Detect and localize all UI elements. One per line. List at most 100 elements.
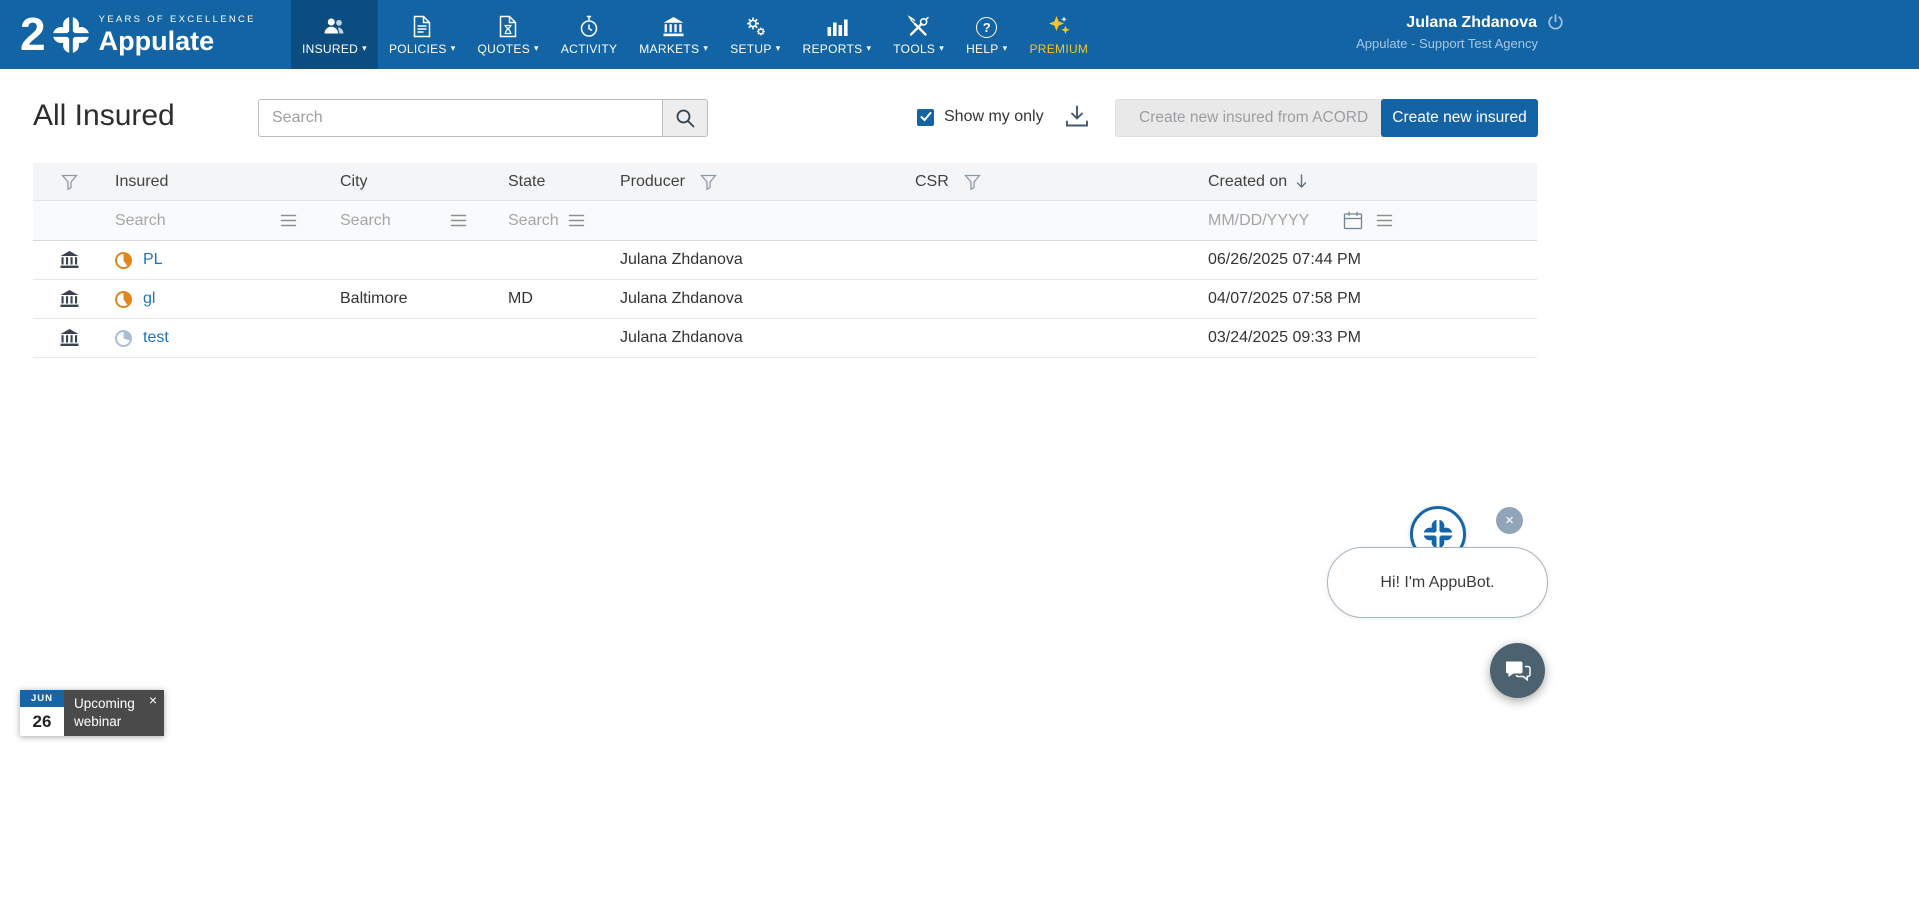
chevron-down-icon: ▾ bbox=[776, 44, 781, 53]
logo-tagline: YEARS OF EXCELLENCE bbox=[99, 14, 256, 25]
nav-item-setup[interactable]: SETUP ▾ bbox=[719, 0, 791, 69]
nav-item-reports[interactable]: REPORTS▾ bbox=[792, 0, 883, 69]
logo-name: Appulate bbox=[99, 28, 256, 55]
chevron-down-icon: ▾ bbox=[451, 44, 456, 53]
main-nav: INSURED ▾ POLICIES ▾ QUOTES▾ ACTIVITY MARK… bbox=[291, 0, 1099, 69]
appubot-clover-icon bbox=[1422, 518, 1454, 550]
table-row[interactable]: test Julana Zhdanova 03/24/2025 09:33 PM bbox=[33, 319, 1537, 358]
webinar-close-icon[interactable]: × bbox=[149, 691, 157, 710]
sparkles-icon bbox=[1046, 14, 1072, 38]
chat-launcher-button[interactable] bbox=[1490, 643, 1545, 698]
document-icon bbox=[412, 14, 432, 38]
bank-icon bbox=[662, 14, 685, 38]
search-button[interactable] bbox=[662, 99, 708, 137]
status-progress-icon bbox=[115, 252, 132, 269]
nav-item-label: INSURED bbox=[302, 42, 358, 56]
create-from-acord-button[interactable]: Create new insured from ACORD bbox=[1115, 99, 1392, 137]
insured-link[interactable]: gl bbox=[143, 290, 155, 308]
chevron-down-icon: ▾ bbox=[703, 44, 708, 53]
agency-name: Appulate - Support Test Agency bbox=[1356, 36, 1538, 51]
column-header-created-on[interactable]: Created on bbox=[1208, 173, 1287, 191]
date-filter-menu-icon[interactable] bbox=[1376, 213, 1393, 228]
show-my-only-checkbox[interactable] bbox=[917, 109, 934, 126]
nav-item-markets[interactable]: MARKETS ▾ bbox=[628, 0, 719, 69]
cell-city: Baltimore bbox=[325, 290, 493, 308]
insured-search-group bbox=[258, 99, 708, 137]
chat-bubbles-icon bbox=[1504, 658, 1532, 684]
city-filter-menu-icon[interactable] bbox=[450, 213, 467, 228]
insured-link[interactable]: PL bbox=[143, 251, 163, 269]
column-header-insured[interactable]: Insured bbox=[115, 173, 168, 191]
csr-filter-funnel-icon[interactable] bbox=[964, 174, 981, 190]
app-logo[interactable]: 2 YEARS OF EXCELLENCE Appulate bbox=[20, 0, 256, 69]
nav-item-quotes[interactable]: QUOTES▾ bbox=[467, 0, 550, 69]
bar-chart-icon bbox=[826, 14, 848, 38]
table-header-row: Insured City State Producer CSR Created … bbox=[33, 163, 1537, 201]
search-icon bbox=[674, 107, 696, 129]
nav-item-label: ACTIVITY bbox=[561, 42, 617, 56]
insured-filter-input[interactable] bbox=[115, 212, 225, 230]
webinar-day: 26 bbox=[20, 707, 64, 736]
chevron-down-icon: ▾ bbox=[939, 44, 944, 53]
column-header-state[interactable]: State bbox=[508, 173, 545, 191]
column-header-csr[interactable]: CSR bbox=[915, 173, 949, 191]
insured-filter-menu-icon[interactable] bbox=[280, 213, 297, 228]
state-filter-input[interactable] bbox=[508, 212, 562, 230]
calendar-icon[interactable] bbox=[1343, 211, 1363, 230]
producer-filter-funnel-icon[interactable] bbox=[700, 174, 717, 190]
nav-item-premium[interactable]: PREMIUM bbox=[1018, 0, 1099, 69]
nav-item-label: MARKETS bbox=[639, 42, 699, 56]
tools-icon bbox=[907, 14, 930, 38]
nav-item-label: SETUP bbox=[730, 42, 772, 56]
cell-created-on: 03/24/2025 09:33 PM bbox=[1175, 329, 1537, 347]
top-nav-bar: 2 YEARS OF EXCELLENCE Appulate INSURED ▾ … bbox=[0, 0, 1919, 69]
cell-created-on: 04/07/2025 07:58 PM bbox=[1175, 290, 1537, 308]
filter-funnel-icon[interactable] bbox=[61, 174, 78, 190]
insured-table: Insured City State Producer CSR Created … bbox=[33, 163, 1537, 358]
city-filter-input[interactable] bbox=[340, 212, 450, 230]
create-new-insured-button[interactable]: Create new insured bbox=[1381, 99, 1538, 137]
nav-item-label: TOOLS bbox=[893, 42, 935, 56]
nav-item-insured[interactable]: INSURED ▾ bbox=[291, 0, 378, 69]
search-input[interactable] bbox=[258, 99, 662, 137]
table-filter-row bbox=[33, 201, 1537, 241]
cell-created-on: 06/26/2025 07:44 PM bbox=[1175, 251, 1537, 269]
webinar-month: JUN bbox=[20, 690, 64, 707]
document-hourglass-icon bbox=[498, 14, 518, 38]
appubot-close-icon[interactable]: × bbox=[1496, 507, 1523, 534]
show-my-only-group: Show my only bbox=[917, 108, 1044, 126]
nav-item-help[interactable]: ? HELP▾ bbox=[955, 0, 1018, 69]
sort-desc-arrow-icon[interactable] bbox=[1294, 173, 1309, 190]
chevron-down-icon: ▾ bbox=[866, 44, 871, 53]
logo-clover-icon bbox=[51, 15, 91, 55]
insured-type-bank-icon bbox=[59, 289, 80, 309]
appubot-greeting-bubble[interactable]: Hi! I'm AppuBot. bbox=[1327, 547, 1548, 618]
nav-item-label: HELP bbox=[966, 42, 999, 56]
nav-item-label: PREMIUM bbox=[1029, 42, 1088, 56]
created-on-date-input[interactable] bbox=[1208, 212, 1330, 230]
table-row[interactable]: PL Julana Zhdanova 06/26/2025 07:44 PM bbox=[33, 241, 1537, 280]
cell-producer: Julana Zhdanova bbox=[597, 329, 890, 347]
page-title: All Insured bbox=[33, 99, 175, 133]
cell-producer: Julana Zhdanova bbox=[597, 290, 890, 308]
cell-producer: Julana Zhdanova bbox=[597, 251, 890, 269]
webinar-title: Upcoming webinar bbox=[74, 695, 146, 731]
webinar-link[interactable]: Upcoming webinar × bbox=[64, 690, 164, 736]
logo-number: 2 bbox=[20, 14, 46, 55]
nav-item-policies[interactable]: POLICIES ▾ bbox=[378, 0, 467, 69]
state-filter-menu-icon[interactable] bbox=[568, 213, 585, 228]
logout-power-icon[interactable] bbox=[1546, 13, 1565, 32]
table-row[interactable]: gl Baltimore MD Julana Zhdanova 04/07/20… bbox=[33, 280, 1537, 319]
nav-item-tools[interactable]: TOOLS ▾ bbox=[882, 0, 955, 69]
appubot-greeting-text: Hi! I'm AppuBot. bbox=[1380, 574, 1494, 592]
nav-item-activity[interactable]: ACTIVITY bbox=[550, 0, 628, 69]
column-header-producer[interactable]: Producer bbox=[620, 173, 685, 191]
download-icon[interactable] bbox=[1064, 104, 1090, 129]
chevron-down-icon: ▾ bbox=[362, 44, 367, 53]
column-header-city[interactable]: City bbox=[340, 173, 368, 191]
nav-item-label: POLICIES bbox=[389, 42, 447, 56]
user-menu: Julana Zhdanova Appulate - Support Test … bbox=[1356, 13, 1565, 51]
user-name[interactable]: Julana Zhdanova bbox=[1406, 14, 1537, 32]
insured-link[interactable]: test bbox=[143, 329, 169, 347]
webinar-toast: JUN 26 Upcoming webinar × bbox=[20, 690, 164, 736]
